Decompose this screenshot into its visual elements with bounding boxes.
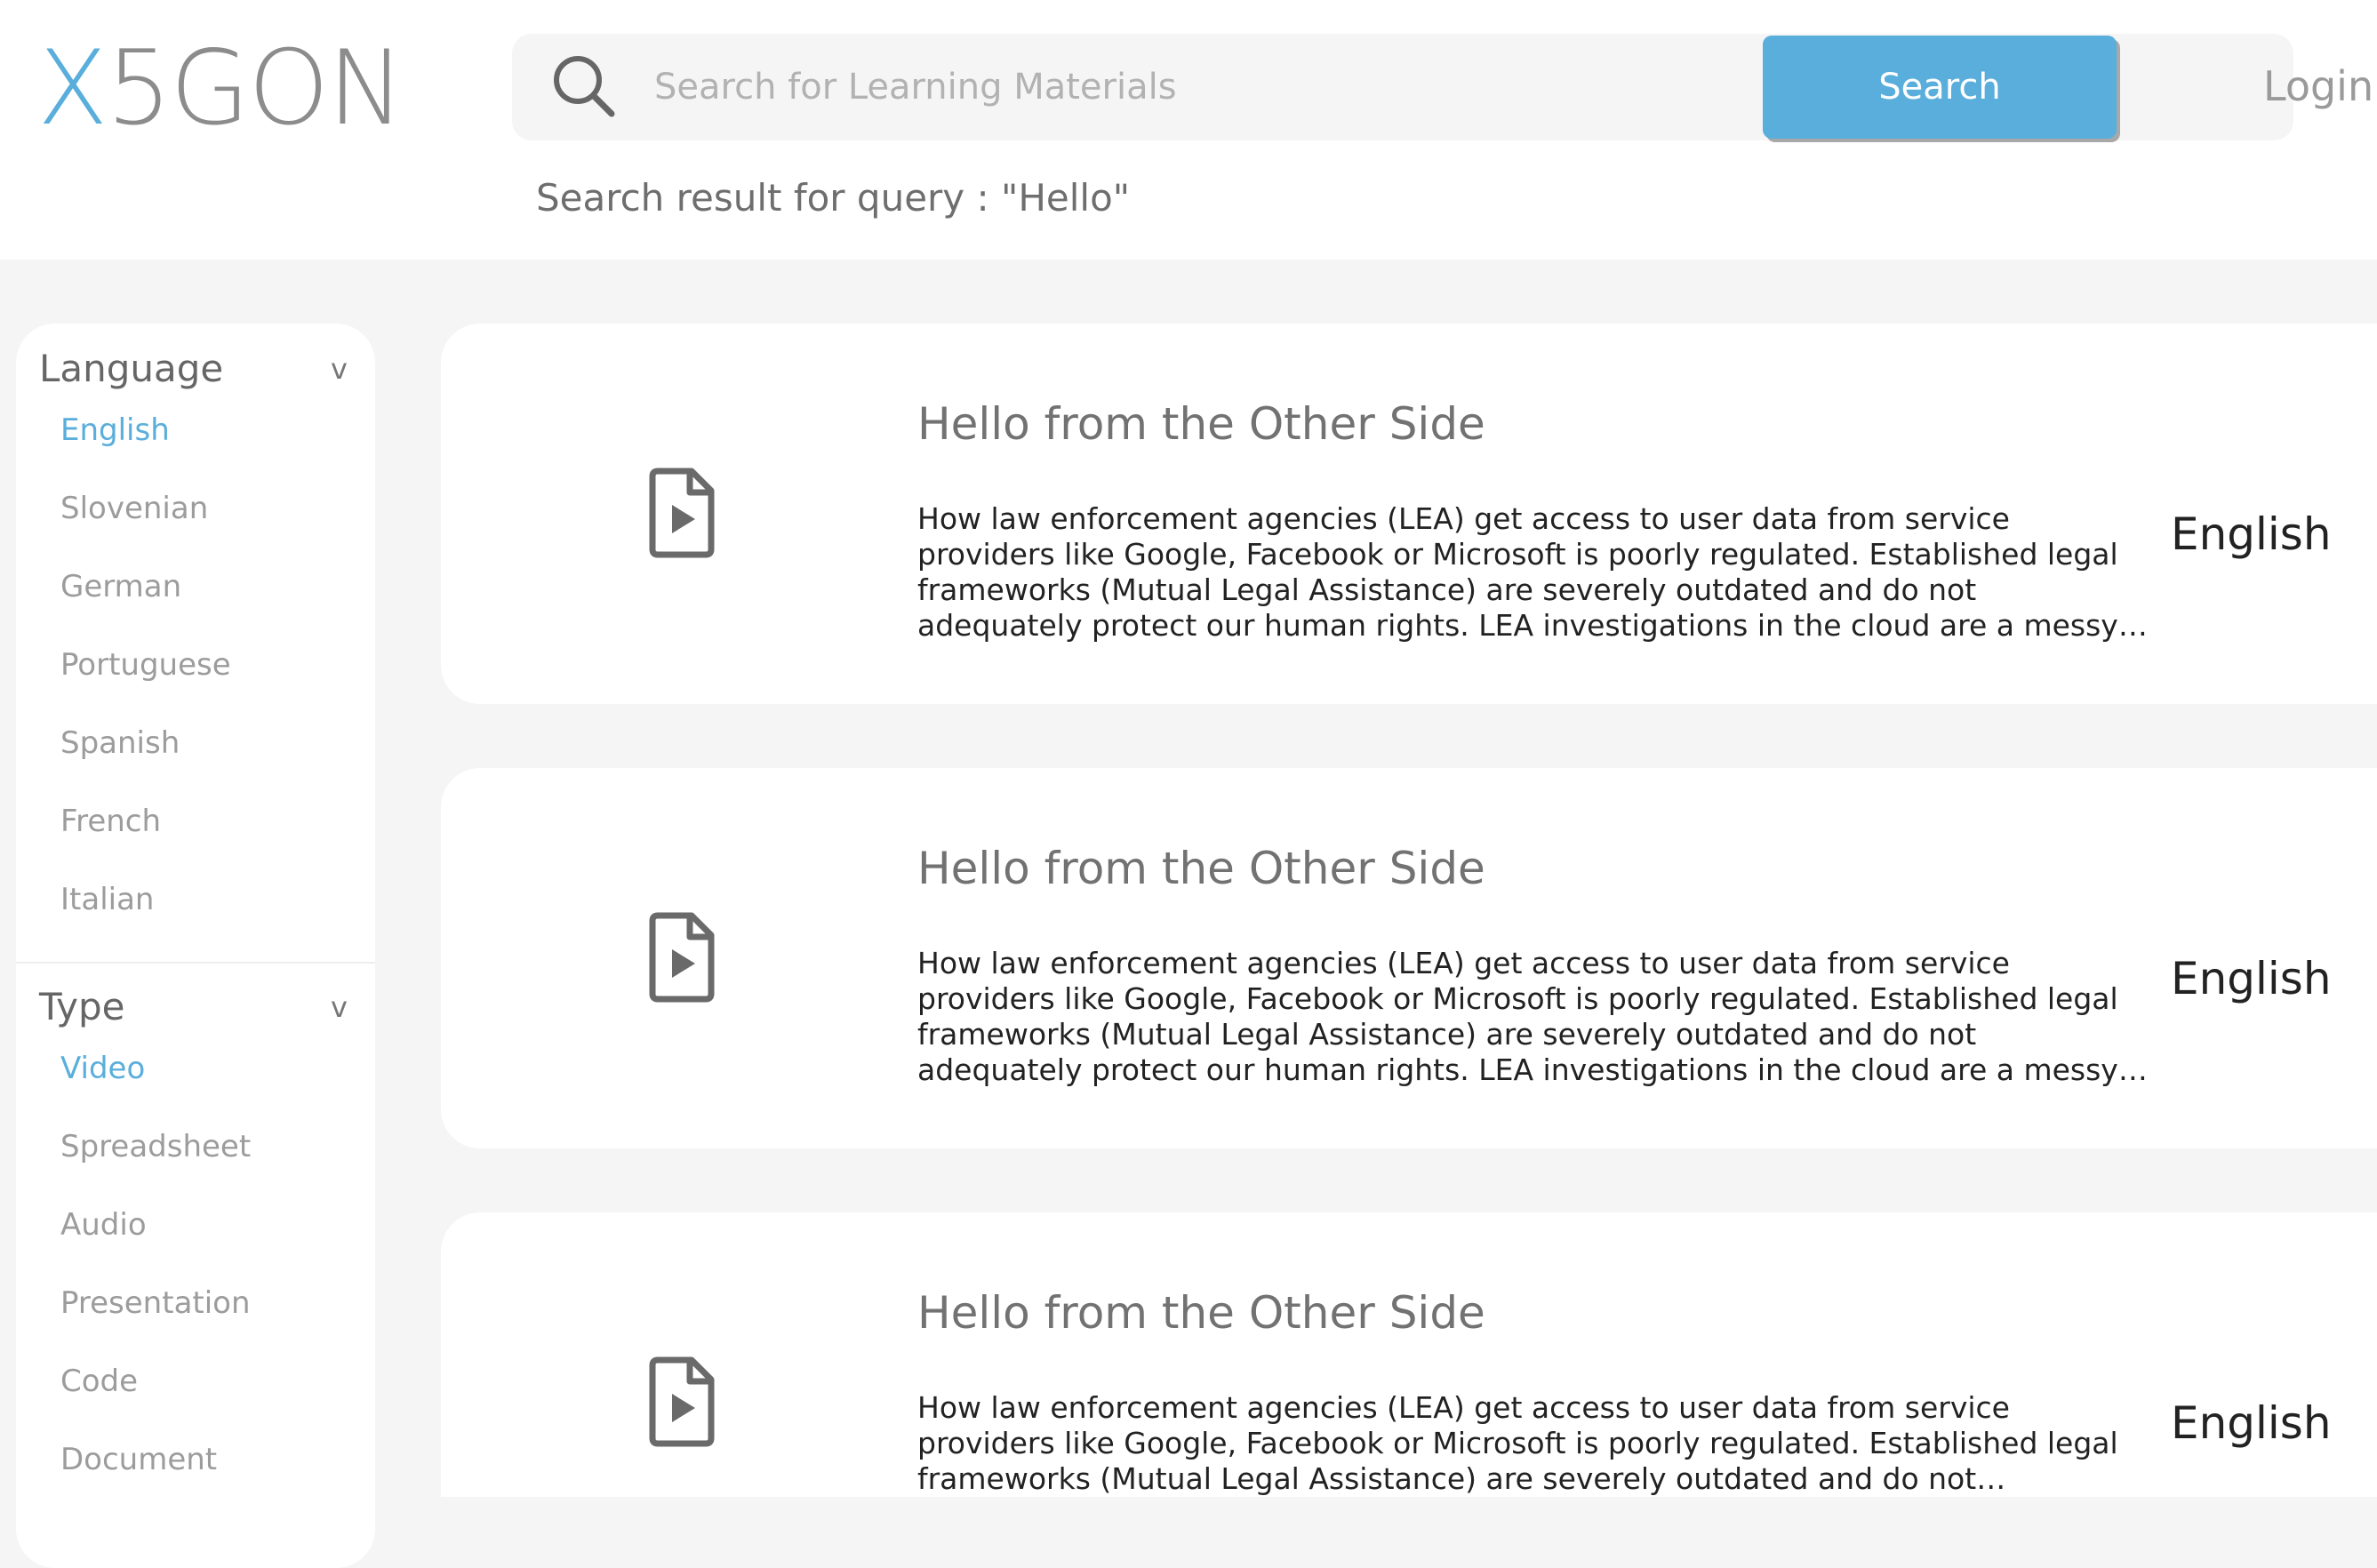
search-icon bbox=[554, 56, 615, 117]
search-query-summary: Search result for query : "Hello" bbox=[536, 176, 1131, 220]
result-language: English bbox=[2171, 953, 2332, 1004]
facet-divider bbox=[16, 962, 375, 964]
type-option-video[interactable]: Video bbox=[60, 1051, 145, 1086]
result-description: How law enforcement agencies (LEA) get a… bbox=[917, 946, 2118, 1087]
language-option-english[interactable]: English bbox=[60, 412, 170, 448]
result-card[interactable]: Hello from the Other Side How law enforc… bbox=[441, 324, 2377, 704]
language-chevron-icon[interactable]: v bbox=[331, 352, 348, 386]
logo-x: X bbox=[37, 28, 108, 148]
language-facet-title[interactable]: Language bbox=[39, 347, 223, 390]
type-option-audio[interactable]: Audio bbox=[60, 1207, 147, 1243]
type-option-presentation[interactable]: Presentation bbox=[60, 1285, 251, 1321]
result-title[interactable]: Hello from the Other Side bbox=[917, 1287, 1485, 1339]
language-option-spanish[interactable]: Spanish bbox=[60, 725, 180, 761]
language-option-french[interactable]: French bbox=[60, 804, 161, 839]
result-description: How law enforcement agencies (LEA) get a… bbox=[917, 1390, 2118, 1496]
language-option-portuguese[interactable]: Portuguese bbox=[60, 647, 231, 683]
language-option-german[interactable]: German bbox=[60, 569, 181, 604]
video-file-icon bbox=[649, 468, 715, 558]
type-option-document[interactable]: Document bbox=[60, 1442, 217, 1477]
logo-text: 5GON bbox=[106, 28, 404, 148]
result-language: English bbox=[2171, 1397, 2332, 1449]
search-button[interactable]: Search bbox=[1763, 36, 2117, 139]
result-title[interactable]: Hello from the Other Side bbox=[917, 398, 1485, 450]
video-file-icon bbox=[649, 1356, 715, 1447]
x5gon-logo[interactable]: X5GON bbox=[37, 36, 404, 142]
result-description: How law enforcement agencies (LEA) get a… bbox=[917, 501, 2118, 643]
result-language: English bbox=[2171, 508, 2332, 560]
language-option-italian[interactable]: Italian bbox=[60, 882, 154, 917]
header: X5GON Search Login Search result for que… bbox=[0, 0, 2377, 260]
language-option-slovenian[interactable]: Slovenian bbox=[60, 491, 208, 526]
login-link[interactable]: Login bbox=[2263, 62, 2373, 110]
type-chevron-icon[interactable]: v bbox=[331, 990, 348, 1024]
result-card[interactable]: Hello from the Other Side How law enforc… bbox=[441, 768, 2377, 1148]
result-card[interactable]: Hello from the Other Side How law enforc… bbox=[441, 1212, 2377, 1497]
video-file-icon bbox=[649, 912, 715, 1003]
filter-sidebar: Language v English Slovenian German Port… bbox=[16, 324, 375, 1568]
type-option-code[interactable]: Code bbox=[60, 1364, 138, 1399]
type-facet-title[interactable]: Type bbox=[39, 985, 124, 1028]
result-title[interactable]: Hello from the Other Side bbox=[917, 843, 1485, 894]
type-option-spreadsheet[interactable]: Spreadsheet bbox=[60, 1129, 251, 1164]
